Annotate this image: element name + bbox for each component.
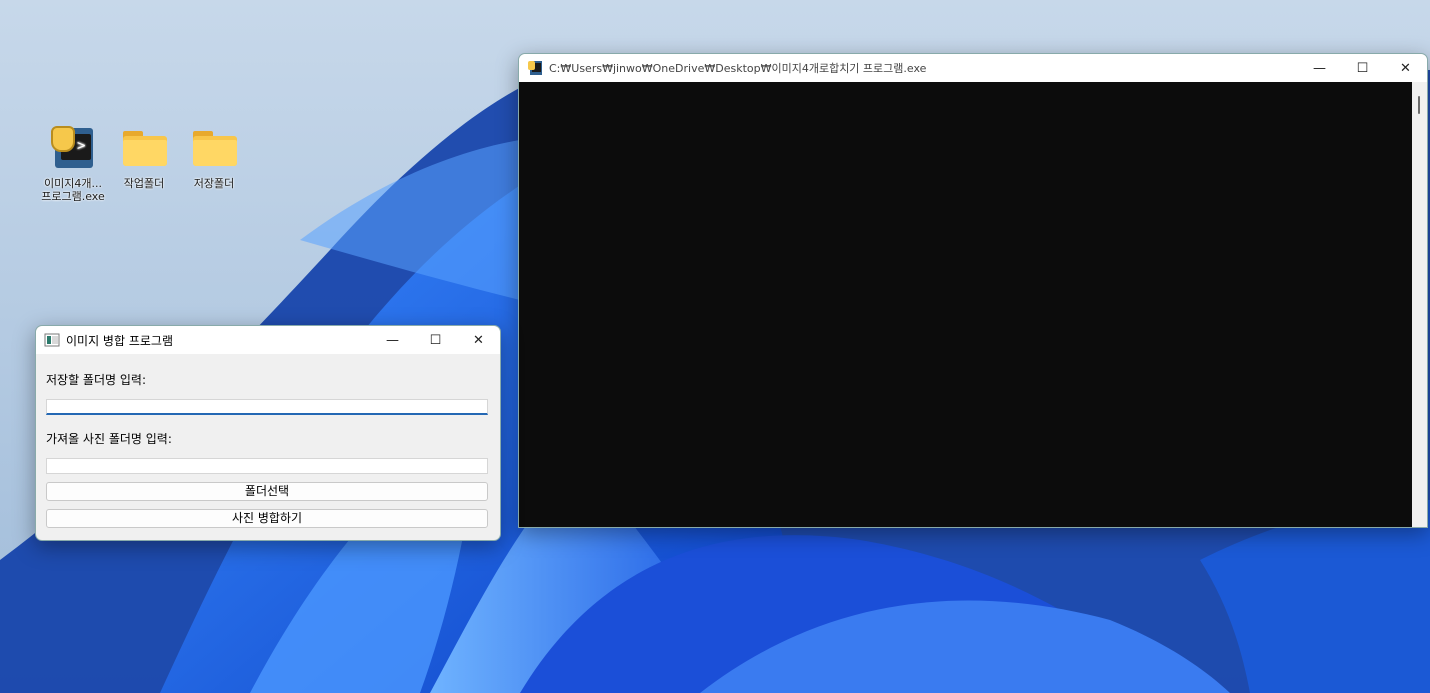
source-folder-input[interactable]	[46, 458, 488, 474]
desktop-icon-save-folder[interactable]: 저장폴더	[182, 126, 246, 190]
tk-window-icon	[44, 333, 60, 347]
console-scrollbar[interactable]	[1412, 82, 1427, 527]
desktop-icon-work-folder[interactable]: 작업폴더	[112, 126, 176, 190]
console-titlebar[interactable]: C:₩Users₩jinwo₩OneDrive₩Desktop₩이미지4개로합치…	[519, 54, 1427, 82]
select-folder-button[interactable]: 폴더선택	[46, 482, 488, 501]
merge-window-title: 이미지 병합 프로그램	[66, 333, 173, 348]
save-folder-label: 저장할 폴더명 입력:	[46, 373, 146, 387]
minimize-button[interactable]: —	[1298, 54, 1341, 82]
close-button[interactable]: ✕	[457, 326, 500, 354]
console-window[interactable]: C:₩Users₩jinwo₩OneDrive₩Desktop₩이미지4개로합치…	[518, 53, 1428, 528]
folder-icon	[190, 126, 238, 174]
maximize-button[interactable]: ☐	[414, 326, 457, 354]
close-button[interactable]: ✕	[1384, 54, 1427, 82]
merge-images-button[interactable]: 사진 병합하기	[46, 509, 488, 528]
desktop-icon-label: 이미지4개...	[44, 177, 102, 190]
desktop-icon-program-exe[interactable]: > 이미지4개... 프로그램.exe	[41, 126, 105, 203]
save-folder-input[interactable]	[46, 399, 488, 415]
scrollbar-thumb[interactable]	[1418, 96, 1420, 114]
console-output-area[interactable]	[519, 82, 1412, 527]
folder-icon	[120, 126, 168, 174]
minimize-button[interactable]: —	[371, 326, 414, 354]
source-folder-label: 가져올 사진 폴더명 입력:	[46, 432, 172, 446]
python-exe-icon	[528, 61, 542, 75]
maximize-button[interactable]: ☐	[1341, 54, 1384, 82]
image-merge-window[interactable]: 이미지 병합 프로그램 — ☐ ✕ 저장할 폴더명 입력: 가져올 사진 폴더명…	[35, 325, 501, 541]
desktop-icon-label: 저장폴더	[193, 177, 235, 190]
desktop-icon-label: 프로그램.exe	[41, 190, 105, 203]
python-exe-icon: >	[49, 126, 97, 174]
merge-window-titlebar[interactable]: 이미지 병합 프로그램 — ☐ ✕	[36, 326, 500, 354]
desktop-icon-label: 작업폴더	[123, 177, 165, 190]
console-title: C:₩Users₩jinwo₩OneDrive₩Desktop₩이미지4개로합치…	[549, 62, 927, 75]
